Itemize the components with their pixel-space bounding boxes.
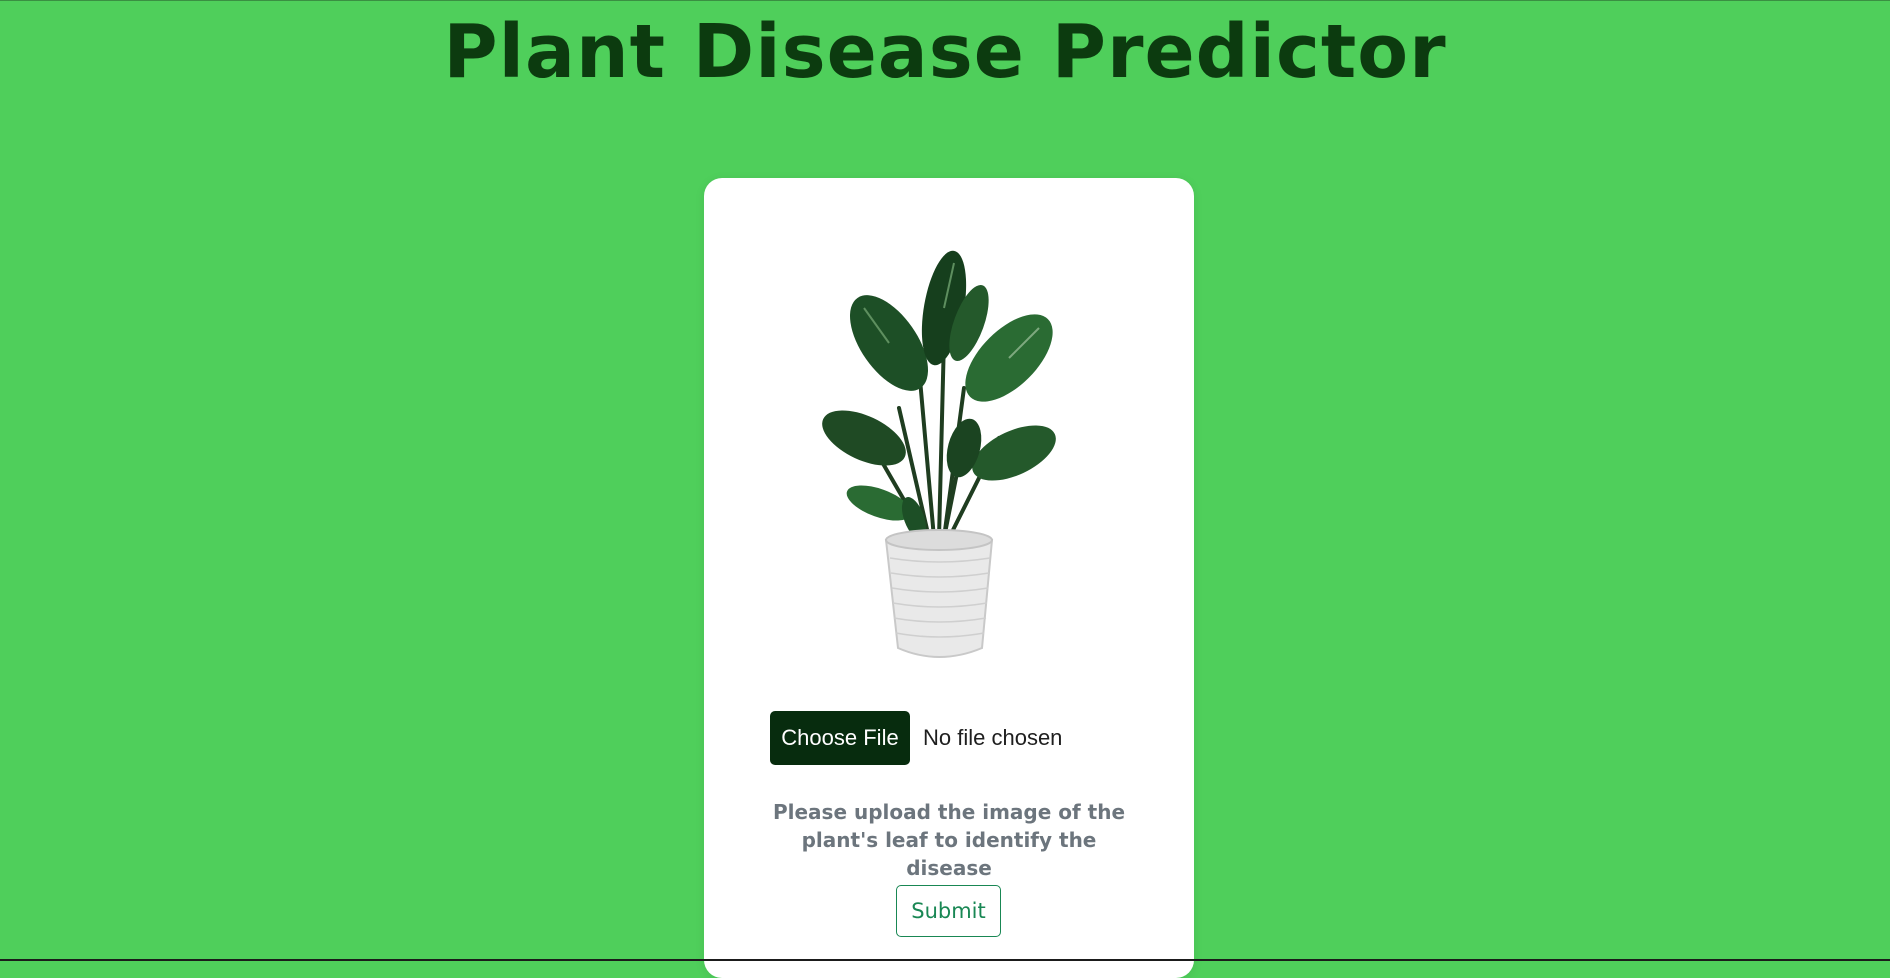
top-border	[0, 0, 1890, 1]
page-title: Plant Disease Predictor	[443, 9, 1447, 95]
potted-plant-image	[822, 250, 1056, 658]
upload-hint: Please upload the image of the plant's l…	[772, 800, 1126, 880]
file-status-text: No file chosen	[923, 725, 1063, 750]
file-input[interactable]: Choose File No file chosen	[770, 711, 1062, 765]
submit-button[interactable]: Submit	[896, 885, 1001, 937]
choose-file-button[interactable]: Choose File	[770, 711, 910, 765]
upload-card: Choose File No file chosen Please upload…	[704, 178, 1194, 978]
